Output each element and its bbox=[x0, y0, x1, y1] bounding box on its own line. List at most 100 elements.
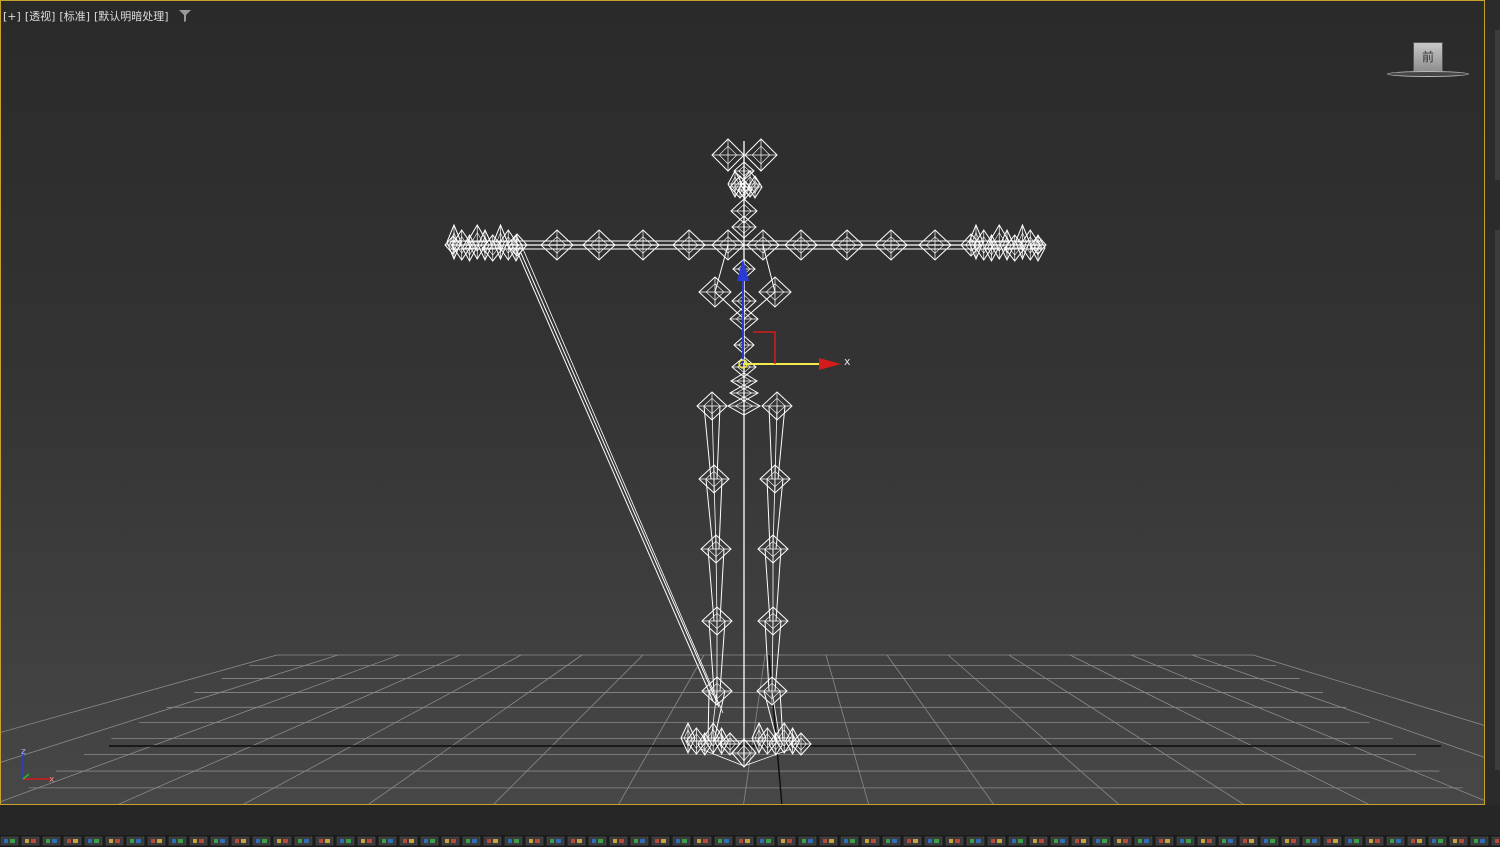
timeline-cell[interactable] bbox=[609, 836, 628, 846]
timeline-cell[interactable] bbox=[1407, 836, 1426, 846]
timeline-cell[interactable] bbox=[819, 836, 838, 846]
perspective-viewport[interactable]: x [+] [透视] [标准] [默认明暗处理] 前 z x bbox=[0, 0, 1485, 805]
timeline-cell[interactable] bbox=[1155, 836, 1174, 846]
timeline-cell[interactable] bbox=[693, 836, 712, 846]
timeline-cell[interactable] bbox=[1134, 836, 1153, 846]
joint-node[interactable] bbox=[918, 229, 952, 261]
timeline-cell[interactable] bbox=[1302, 836, 1321, 846]
bone-segment[interactable] bbox=[703, 405, 712, 480]
viewcube-front-face[interactable]: 前 bbox=[1413, 42, 1443, 72]
timeline-cell[interactable] bbox=[1008, 836, 1027, 846]
timeline-cell[interactable] bbox=[1344, 836, 1363, 846]
timeline-cell[interactable] bbox=[231, 836, 250, 846]
timeline-cell[interactable] bbox=[336, 836, 355, 846]
joint-node[interactable] bbox=[540, 229, 574, 261]
viewport-label-menu[interactable]: [+] [透视] [标准] [默认明暗处理] bbox=[3, 8, 191, 24]
move-gizmo[interactable]: x bbox=[737, 259, 851, 370]
timeline-cell[interactable] bbox=[1449, 836, 1468, 846]
viewport-pov-menu[interactable]: [透视] bbox=[25, 8, 56, 24]
timeline-cell[interactable] bbox=[1386, 836, 1405, 846]
bone-segment[interactable] bbox=[522, 248, 724, 714]
timeline-cell[interactable] bbox=[84, 836, 103, 846]
timeline-cell[interactable] bbox=[378, 836, 397, 846]
joint-node[interactable] bbox=[757, 534, 789, 564]
joint-node[interactable] bbox=[506, 233, 528, 257]
filter-funnel-icon[interactable] bbox=[178, 10, 191, 22]
timeline-cell[interactable] bbox=[357, 836, 376, 846]
timeline-cell[interactable] bbox=[63, 836, 82, 846]
timeline-cell[interactable] bbox=[588, 836, 607, 846]
bone-segment[interactable] bbox=[743, 291, 776, 320]
joint-node[interactable] bbox=[784, 229, 818, 261]
timeline-cell[interactable] bbox=[168, 836, 187, 846]
joint-node[interactable] bbox=[444, 235, 462, 255]
timeline-cell[interactable] bbox=[1260, 836, 1279, 846]
joint-node[interactable] bbox=[757, 606, 789, 636]
timeline-cell[interactable] bbox=[1470, 836, 1489, 846]
timeline-cell[interactable] bbox=[756, 836, 775, 846]
timeline-cell[interactable] bbox=[987, 836, 1006, 846]
timeline-cell[interactable] bbox=[462, 836, 481, 846]
timeline-cell[interactable] bbox=[105, 836, 124, 846]
timeline-cell[interactable] bbox=[735, 836, 754, 846]
timeline-cell[interactable] bbox=[1029, 836, 1048, 846]
joint-node[interactable] bbox=[702, 722, 724, 754]
gizmo-x-arrowhead[interactable] bbox=[819, 358, 841, 370]
timeline-cell[interactable] bbox=[1071, 836, 1090, 846]
bone-segment[interactable] bbox=[777, 405, 786, 480]
timeline-cell[interactable] bbox=[483, 836, 502, 846]
viewport-plus-menu[interactable]: [+] bbox=[3, 10, 21, 23]
joint-node[interactable] bbox=[698, 464, 730, 494]
timeline-cell[interactable] bbox=[1197, 836, 1216, 846]
timeline-cell[interactable] bbox=[1428, 836, 1447, 846]
timeline-cell[interactable] bbox=[399, 836, 418, 846]
timeline-cell[interactable] bbox=[1092, 836, 1111, 846]
timeline-cell[interactable] bbox=[777, 836, 796, 846]
joint-node[interactable] bbox=[701, 676, 733, 706]
timeline-cell[interactable] bbox=[0, 836, 19, 846]
timeline-cell[interactable] bbox=[1176, 836, 1195, 846]
timeline-cell[interactable] bbox=[882, 836, 901, 846]
timeline-cell[interactable] bbox=[189, 836, 208, 846]
timeline-cell[interactable] bbox=[315, 836, 334, 846]
joint-node[interactable] bbox=[744, 138, 778, 172]
timeline-cell[interactable] bbox=[546, 836, 565, 846]
timeline-cell[interactable] bbox=[840, 836, 859, 846]
timeline-cell[interactable] bbox=[1239, 836, 1258, 846]
bone-segment[interactable] bbox=[520, 252, 720, 708]
timeline-cell[interactable] bbox=[294, 836, 313, 846]
joint-node[interactable] bbox=[582, 229, 616, 261]
timeline-cell[interactable] bbox=[525, 836, 544, 846]
timeline-cell[interactable] bbox=[1365, 836, 1384, 846]
scene-canvas[interactable]: x bbox=[1, 1, 1485, 805]
timeline-cell[interactable] bbox=[630, 836, 649, 846]
timeline-cell[interactable] bbox=[42, 836, 61, 846]
timeline-cell[interactable] bbox=[1281, 836, 1300, 846]
timeline-cell[interactable] bbox=[861, 836, 880, 846]
bone-segment[interactable] bbox=[714, 291, 745, 320]
timeline-cell[interactable] bbox=[903, 836, 922, 846]
timeline-cell[interactable] bbox=[147, 836, 166, 846]
timeline-cell[interactable] bbox=[441, 836, 460, 846]
timeline-cell[interactable] bbox=[567, 836, 586, 846]
joint-node[interactable] bbox=[700, 534, 732, 564]
timeline-cell[interactable] bbox=[252, 836, 271, 846]
timeline-cell[interactable] bbox=[420, 836, 439, 846]
joint-node[interactable] bbox=[874, 229, 908, 261]
viewport-standard-menu[interactable]: [标准] bbox=[59, 8, 90, 24]
viewcube[interactable]: 前 bbox=[1387, 37, 1469, 81]
joint-node[interactable] bbox=[672, 229, 706, 261]
viewport-shading-menu[interactable]: [默认明暗处理] bbox=[94, 8, 169, 24]
joint-node[interactable] bbox=[759, 464, 791, 494]
bone-segment[interactable] bbox=[714, 244, 729, 293]
timeline-cell[interactable] bbox=[273, 836, 292, 846]
bone-segment[interactable] bbox=[762, 244, 776, 293]
timeline-track[interactable] bbox=[0, 835, 1500, 847]
timeline-cell[interactable] bbox=[798, 836, 817, 846]
timeline-bar[interactable] bbox=[0, 805, 1500, 847]
timeline-cell[interactable] bbox=[504, 836, 523, 846]
biped-skeleton[interactable] bbox=[444, 138, 1047, 768]
timeline-cell[interactable] bbox=[924, 836, 943, 846]
bone-segment[interactable] bbox=[516, 250, 714, 702]
timeline-cell[interactable] bbox=[1323, 836, 1342, 846]
